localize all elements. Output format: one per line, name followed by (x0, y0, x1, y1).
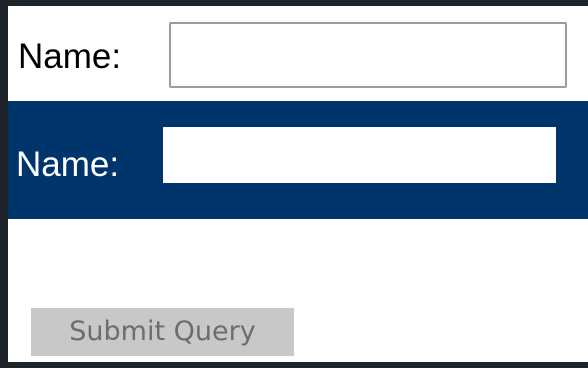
name-input[interactable] (169, 22, 567, 88)
page-content: Name: Name: Submit Query (8, 6, 588, 362)
name-row-light: Name: (8, 6, 588, 101)
name-row-dark: Name: (8, 101, 588, 219)
name-label-dark: Name: (16, 145, 120, 184)
name-input-dark[interactable] (163, 127, 556, 183)
submit-query-button[interactable]: Submit Query (31, 308, 294, 356)
name-label: Name: (18, 37, 122, 76)
